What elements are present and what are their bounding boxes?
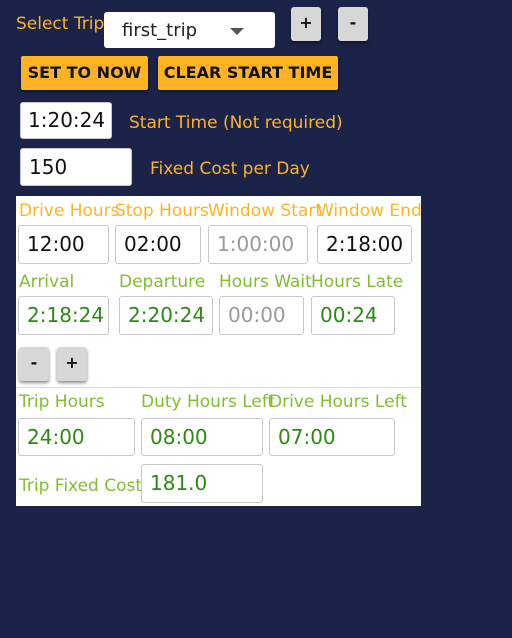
trip-select-value: first_trip xyxy=(122,20,198,41)
hours-late-header: Hours Late xyxy=(311,272,404,292)
drive-hours-left-header: Drive Hours Left xyxy=(269,392,407,412)
section-divider xyxy=(16,387,421,388)
drive-hours-header: Drive Hours xyxy=(19,201,120,221)
hours-wait-header: Hours Wait xyxy=(219,272,312,292)
dropdown-caret-icon xyxy=(230,28,244,35)
stop-details-panel: Drive Hours Stop Hours Window Start Wind… xyxy=(16,196,422,506)
clear-start-time-button[interactable]: CLEAR START TIME xyxy=(158,56,338,90)
trip-hours-header: Trip Hours xyxy=(19,392,105,412)
start-time-field[interactable]: 1:20:24 xyxy=(20,102,112,139)
trip-hours-field[interactable]: 24:00 xyxy=(18,418,135,456)
add-trip-button[interactable]: + xyxy=(291,7,321,41)
hours-late-field[interactable]: 00:24 xyxy=(311,296,395,335)
set-to-now-button[interactable]: SET TO NOW xyxy=(21,56,148,90)
start-time-label: Start Time (Not required) xyxy=(129,113,343,133)
decrement-button[interactable]: - xyxy=(19,347,49,381)
window-start-field[interactable]: 1:00:00 xyxy=(208,225,308,264)
trip-select[interactable]: first_trip xyxy=(104,12,275,48)
arrival-field[interactable]: 2:18:24 xyxy=(18,296,109,335)
arrival-header: Arrival xyxy=(19,272,75,292)
remove-trip-button[interactable]: - xyxy=(338,7,368,41)
trip-fixed-cost-field[interactable]: 181.0 xyxy=(141,464,263,503)
increment-button[interactable]: + xyxy=(57,347,87,381)
stop-hours-field[interactable]: 02:00 xyxy=(115,225,201,264)
hours-wait-field[interactable]: 00:00 xyxy=(219,296,304,335)
drive-hours-field[interactable]: 12:00 xyxy=(18,225,109,264)
drive-hours-left-field[interactable]: 07:00 xyxy=(269,418,395,456)
trip-fixed-cost-label: Trip Fixed Cost xyxy=(19,476,143,496)
departure-field[interactable]: 2:20:24 xyxy=(119,296,213,335)
duty-hours-left-field[interactable]: 08:00 xyxy=(141,418,263,456)
fixed-cost-label: Fixed Cost per Day xyxy=(150,159,310,179)
fixed-cost-field[interactable]: 150 xyxy=(20,148,132,186)
window-end-header: Window End xyxy=(317,201,422,221)
departure-header: Departure xyxy=(119,272,206,292)
duty-hours-left-header: Duty Hours Left xyxy=(141,392,275,412)
stop-hours-header: Stop Hours xyxy=(115,201,209,221)
select-trip-label: Select Trip xyxy=(16,14,105,34)
window-end-field[interactable]: 2:18:00 xyxy=(317,225,412,264)
window-start-header: Window Start xyxy=(208,201,322,221)
